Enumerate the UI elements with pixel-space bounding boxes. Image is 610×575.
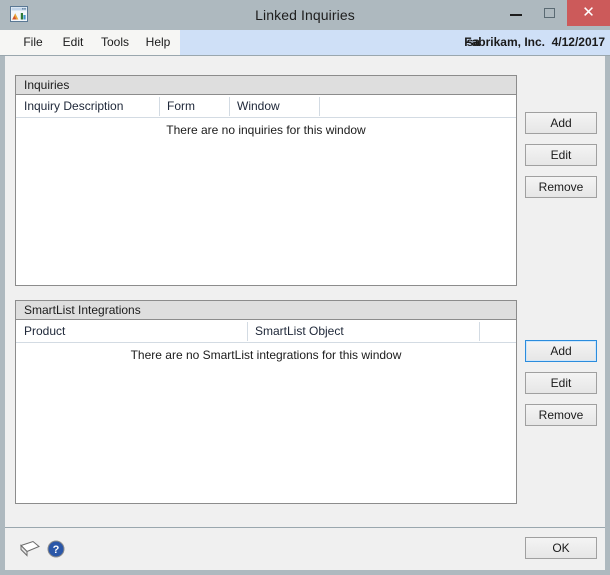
column-divider[interactable] bbox=[229, 97, 230, 116]
maximize-icon bbox=[544, 8, 555, 18]
minimize-icon bbox=[510, 14, 522, 16]
note-icon[interactable] bbox=[19, 540, 41, 558]
inquiries-panel: Inquiries Inquiry Description Form Windo… bbox=[15, 75, 517, 286]
column-divider[interactable] bbox=[159, 97, 160, 116]
column-header-inquiry-description[interactable]: Inquiry Description bbox=[16, 95, 159, 117]
smartlist-add-button[interactable]: Add bbox=[525, 340, 597, 362]
svg-text:?: ? bbox=[53, 544, 60, 556]
maximize-button[interactable] bbox=[533, 0, 567, 26]
linked-inquiries-window: Linked Inquiries ✕ File Edit Tools Help … bbox=[0, 0, 610, 575]
menu-item-tools[interactable]: Tools bbox=[96, 30, 134, 55]
inquiries-column-header-row: Inquiry Description Form Window bbox=[16, 95, 516, 118]
menu-bar: File Edit Tools Help sa Fabrikam, Inc. 4… bbox=[0, 30, 610, 56]
menu-item-edit[interactable]: Edit bbox=[58, 30, 88, 55]
column-divider[interactable] bbox=[247, 322, 248, 341]
minimize-button[interactable] bbox=[499, 0, 533, 26]
menu-item-help[interactable]: Help bbox=[142, 30, 174, 55]
inquiries-panel-caption: Inquiries bbox=[16, 76, 516, 95]
column-header-blank[interactable] bbox=[479, 320, 516, 342]
column-header-blank[interactable] bbox=[319, 95, 516, 117]
smartlist-panel-caption: SmartList Integrations bbox=[16, 301, 516, 320]
column-header-form[interactable]: Form bbox=[159, 95, 229, 117]
smartlist-integrations-panel: SmartList Integrations Product SmartList… bbox=[15, 300, 517, 504]
column-header-smartlist-object[interactable]: SmartList Object bbox=[247, 320, 479, 342]
smartlist-edit-button[interactable]: Edit bbox=[525, 372, 597, 394]
client-area: Inquiries Inquiry Description Form Windo… bbox=[5, 56, 605, 570]
title-bar: Linked Inquiries ✕ bbox=[0, 0, 610, 30]
status-company: Fabrikam, Inc. bbox=[464, 35, 545, 49]
inquiries-add-button[interactable]: Add bbox=[525, 112, 597, 134]
inquiries-edit-button[interactable]: Edit bbox=[525, 144, 597, 166]
close-icon: ✕ bbox=[582, 4, 595, 21]
bottom-bar: ? OK bbox=[5, 528, 605, 570]
column-header-product[interactable]: Product bbox=[16, 320, 247, 342]
smartlist-remove-button[interactable]: Remove bbox=[525, 404, 597, 426]
column-divider[interactable] bbox=[479, 322, 480, 341]
close-button[interactable]: ✕ bbox=[567, 0, 610, 26]
smartlist-empty-message: There are no SmartList integrations for … bbox=[130, 348, 402, 362]
inquiries-empty-message: There are no inquiries for this window bbox=[166, 123, 366, 137]
smartlist-column-header-row: Product SmartList Object bbox=[16, 320, 516, 343]
help-question-icon[interactable]: ? bbox=[47, 540, 65, 558]
inquiries-remove-button[interactable]: Remove bbox=[525, 176, 597, 198]
menu-item-file[interactable]: File bbox=[18, 30, 48, 55]
column-header-window[interactable]: Window bbox=[229, 95, 319, 117]
column-divider[interactable] bbox=[319, 97, 320, 116]
status-date: 4/12/2017 bbox=[551, 35, 605, 49]
ok-button[interactable]: OK bbox=[525, 537, 597, 559]
